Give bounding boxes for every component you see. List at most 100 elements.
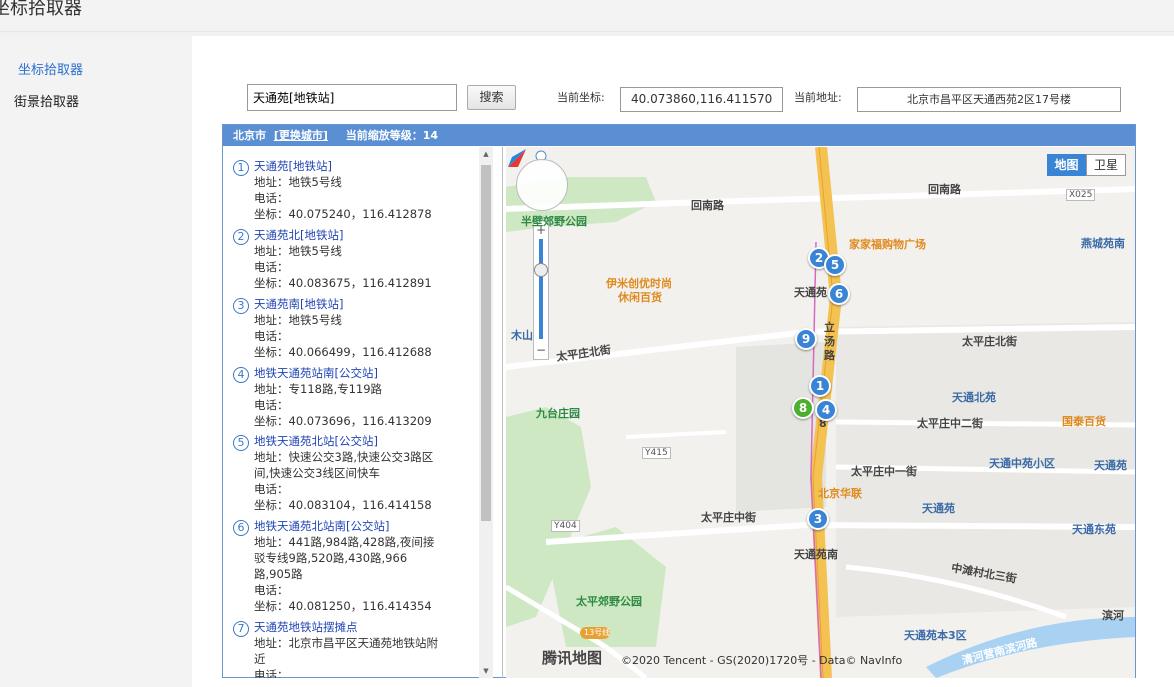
result-line: 电话：	[254, 398, 289, 412]
map-label: 太平庄北街	[962, 335, 1017, 348]
current-coord-label: 当前坐标:	[557, 91, 605, 104]
result-line: 坐标：40.066499，116.412688	[254, 345, 432, 359]
map-canvas[interactable]: 地图 卫星 + − 半壁郊野公园 回南路 回南路 X025 燕城苑南 家家福购物…	[506, 147, 1135, 678]
current-coord-field[interactable]: 40.073860,116.411570	[620, 87, 783, 112]
map-type-map-button[interactable]: 地图	[1047, 154, 1086, 176]
current-address-label: 当前地址:	[794, 91, 842, 104]
result-line: 坐标：40.081250，116.414354	[254, 599, 432, 613]
result-name[interactable]: 天通苑南[地铁站]	[254, 296, 453, 312]
map-pin[interactable]: 6	[828, 283, 850, 305]
result-line: 近	[254, 652, 266, 666]
zoom-track[interactable]	[539, 239, 543, 339]
zoom-out-icon[interactable]: −	[534, 343, 548, 357]
map-pin[interactable]: 4	[815, 399, 837, 421]
result-line: 地址：专118路,专119路	[254, 382, 383, 396]
result-line: 间,快速公交3线区间快车	[254, 466, 380, 480]
map-label: Y415	[642, 447, 671, 459]
map-pin[interactable]: 5	[824, 254, 846, 276]
result-line: 地址：快速公交3路,快速公交3路区	[254, 450, 434, 464]
map-copyright: ©2020 Tencent - GS(2020)1720号 - Data© Na…	[621, 654, 903, 667]
map-label: 北京华联	[818, 487, 862, 500]
result-line: 地址：北京市昌平区天通苑地铁站附	[254, 636, 438, 650]
result-line: 电话：	[254, 668, 289, 678]
list-item[interactable]: 6 地铁天通苑北站南[公交站] 地址：441路,984路,428路,夜间接 驳专…	[231, 518, 453, 614]
result-line: 路,905路	[254, 567, 303, 581]
result-number: 1	[233, 160, 249, 176]
map-type-satellite-button[interactable]: 卫星	[1086, 154, 1126, 176]
result-line: 坐标：40.083675，116.412891	[254, 276, 432, 290]
list-item[interactable]: 1 天通苑[地铁站] 地址：地铁5号线 电话： 坐标：40.075240，116…	[231, 158, 453, 222]
map-label: 九台庄园	[536, 407, 580, 420]
result-line: 地址：地铁5号线	[254, 313, 342, 327]
panel-header: 北京市 [更换城市] 当前缩放等级：14	[223, 125, 1135, 146]
result-line: 地址：地铁5号线	[254, 175, 342, 189]
search-button[interactable]: 搜索	[467, 85, 516, 110]
result-name[interactable]: 地铁天通苑北站[公交站]	[254, 433, 453, 449]
map-label: 半壁郊野公园	[521, 215, 587, 228]
result-number: 2	[233, 229, 249, 245]
map-label: 燕城苑南	[1081, 237, 1125, 250]
result-line: 坐标：40.073696，116.413209	[254, 414, 432, 428]
result-line: 电话：	[254, 260, 289, 274]
sidebar-item-streetview-picker[interactable]: 街景拾取器	[14, 91, 79, 110]
city-name: 北京市	[233, 129, 266, 142]
map-label: 太平庄中二街	[917, 417, 983, 430]
result-name[interactable]: 地铁天通苑北站南[公交站]	[254, 518, 453, 534]
list-item[interactable]: 4 地铁天通苑站南[公交站] 地址：专118路,专119路 电话： 坐标：40.…	[231, 365, 453, 429]
result-name[interactable]: 天通苑地铁站摆摊点	[254, 619, 453, 635]
page-title: 坐标拾取器	[0, 0, 82, 19]
map-logo: 腾讯地图	[542, 649, 603, 667]
map-label: 国泰百货	[1062, 415, 1106, 428]
list-item[interactable]: 3 天通苑南[地铁站] 地址：地铁5号线 电话： 坐标：40.066499，11…	[231, 296, 453, 360]
map-label: 滨河	[1102, 609, 1124, 622]
zoom-handle[interactable]	[534, 263, 548, 277]
map-label: Y404	[551, 520, 580, 532]
search-input[interactable]	[247, 84, 457, 111]
map-label: 天通苑	[1094, 459, 1127, 472]
map-pin-selected[interactable]: 8	[792, 397, 814, 419]
scroll-thumb[interactable]	[481, 165, 491, 521]
map-label: 路	[824, 349, 835, 362]
map-label: 回南路	[691, 199, 724, 212]
map-label: 家家福购物广场	[849, 238, 926, 251]
result-line: 地址：441路,984路,428路,夜间接	[254, 535, 435, 549]
map-panel: 北京市 [更换城市] 当前缩放等级：14 1 天通苑[地铁站] 地址：地铁5号线…	[222, 124, 1136, 678]
scroll-down-arrow-icon[interactable]: ▼	[481, 666, 491, 676]
map-pin[interactable]: 9	[795, 328, 817, 350]
sidebar-item-coordinate-picker[interactable]: 坐标拾取器	[18, 59, 83, 78]
result-line: 地址：地铁5号线	[254, 244, 342, 258]
map-pin[interactable]: 1	[809, 375, 831, 397]
map-label: 天通苑本3区	[904, 629, 967, 642]
result-name[interactable]: 天通苑北[地铁站]	[254, 227, 453, 243]
map-label: 天通苑	[922, 502, 955, 515]
list-item[interactable]: 2 天通苑北[地铁站] 地址：地铁5号线 电话： 坐标：40.083675，11…	[231, 227, 453, 291]
map-label: 回南路	[928, 183, 961, 196]
result-name[interactable]: 地铁天通苑站南[公交站]	[254, 365, 453, 381]
map-label: X025	[1066, 189, 1096, 201]
result-number: 5	[233, 435, 249, 451]
result-number: 4	[233, 367, 249, 383]
results-list: 1 天通苑[地铁站] 地址：地铁5号线 电话： 坐标：40.075240，116…	[223, 147, 503, 678]
map-label: 天通苑	[794, 286, 827, 299]
result-name[interactable]: 天通苑[地铁站]	[254, 158, 453, 174]
map-label: 太平庄中一街	[851, 465, 917, 478]
list-item[interactable]: 7 天通苑地铁站摆摊点 地址：北京市昌平区天通苑地铁站附 近 电话：	[231, 619, 453, 678]
top-bar: 坐标拾取器	[0, 0, 1174, 32]
result-line: 电话：	[254, 329, 289, 343]
map-zoom-slider[interactable]: + −	[533, 220, 549, 360]
result-line: 坐标：40.075240，116.412878	[254, 207, 432, 221]
change-city-link[interactable]: [更换城市]	[274, 129, 328, 142]
result-line: 电话：	[254, 482, 289, 496]
zoom-level-value: 14	[422, 129, 439, 142]
list-item[interactable]: 5 地铁天通苑北站[公交站] 地址：快速公交3路,快速公交3路区 间,快速公交3…	[231, 433, 453, 513]
map-label: 太平庄中街	[701, 511, 756, 524]
result-number: 6	[233, 520, 249, 536]
result-number: 3	[233, 298, 249, 314]
map-pin[interactable]: 3	[807, 508, 829, 530]
scroll-up-arrow-icon[interactable]: ▲	[481, 149, 491, 159]
result-line: 坐标：40.083104，116.414158	[254, 498, 432, 512]
map-label: 天通东苑	[1072, 523, 1116, 536]
results-scrollbar[interactable]: ▲ ▼	[479, 147, 493, 678]
map-label: 天通中苑小区	[989, 457, 1055, 470]
current-address-field[interactable]: 北京市昌平区天通西苑2区17号楼	[857, 87, 1121, 112]
